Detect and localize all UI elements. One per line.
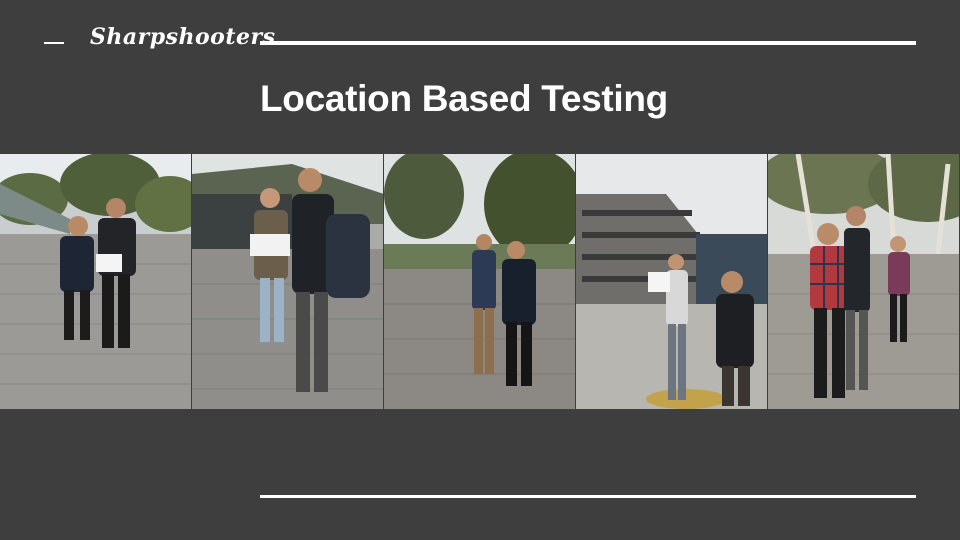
brand-dash-decoration — [44, 42, 64, 44]
slide: Sharpshooters Location Based Testing — [0, 0, 960, 540]
photo-students-pointing-phones — [384, 154, 576, 409]
photo-two-students-plaza — [0, 154, 192, 409]
photo-student-with-clipboard — [192, 154, 384, 409]
footer-rule — [260, 495, 916, 498]
photo-strip — [0, 154, 960, 409]
brand-logo-text: Sharpshooters — [90, 24, 276, 50]
photo-library-building-pose — [576, 154, 768, 409]
header-rule — [260, 41, 916, 45]
slide-title: Location Based Testing — [260, 78, 668, 119]
photo-group-walking-eucalyptus — [768, 154, 960, 409]
